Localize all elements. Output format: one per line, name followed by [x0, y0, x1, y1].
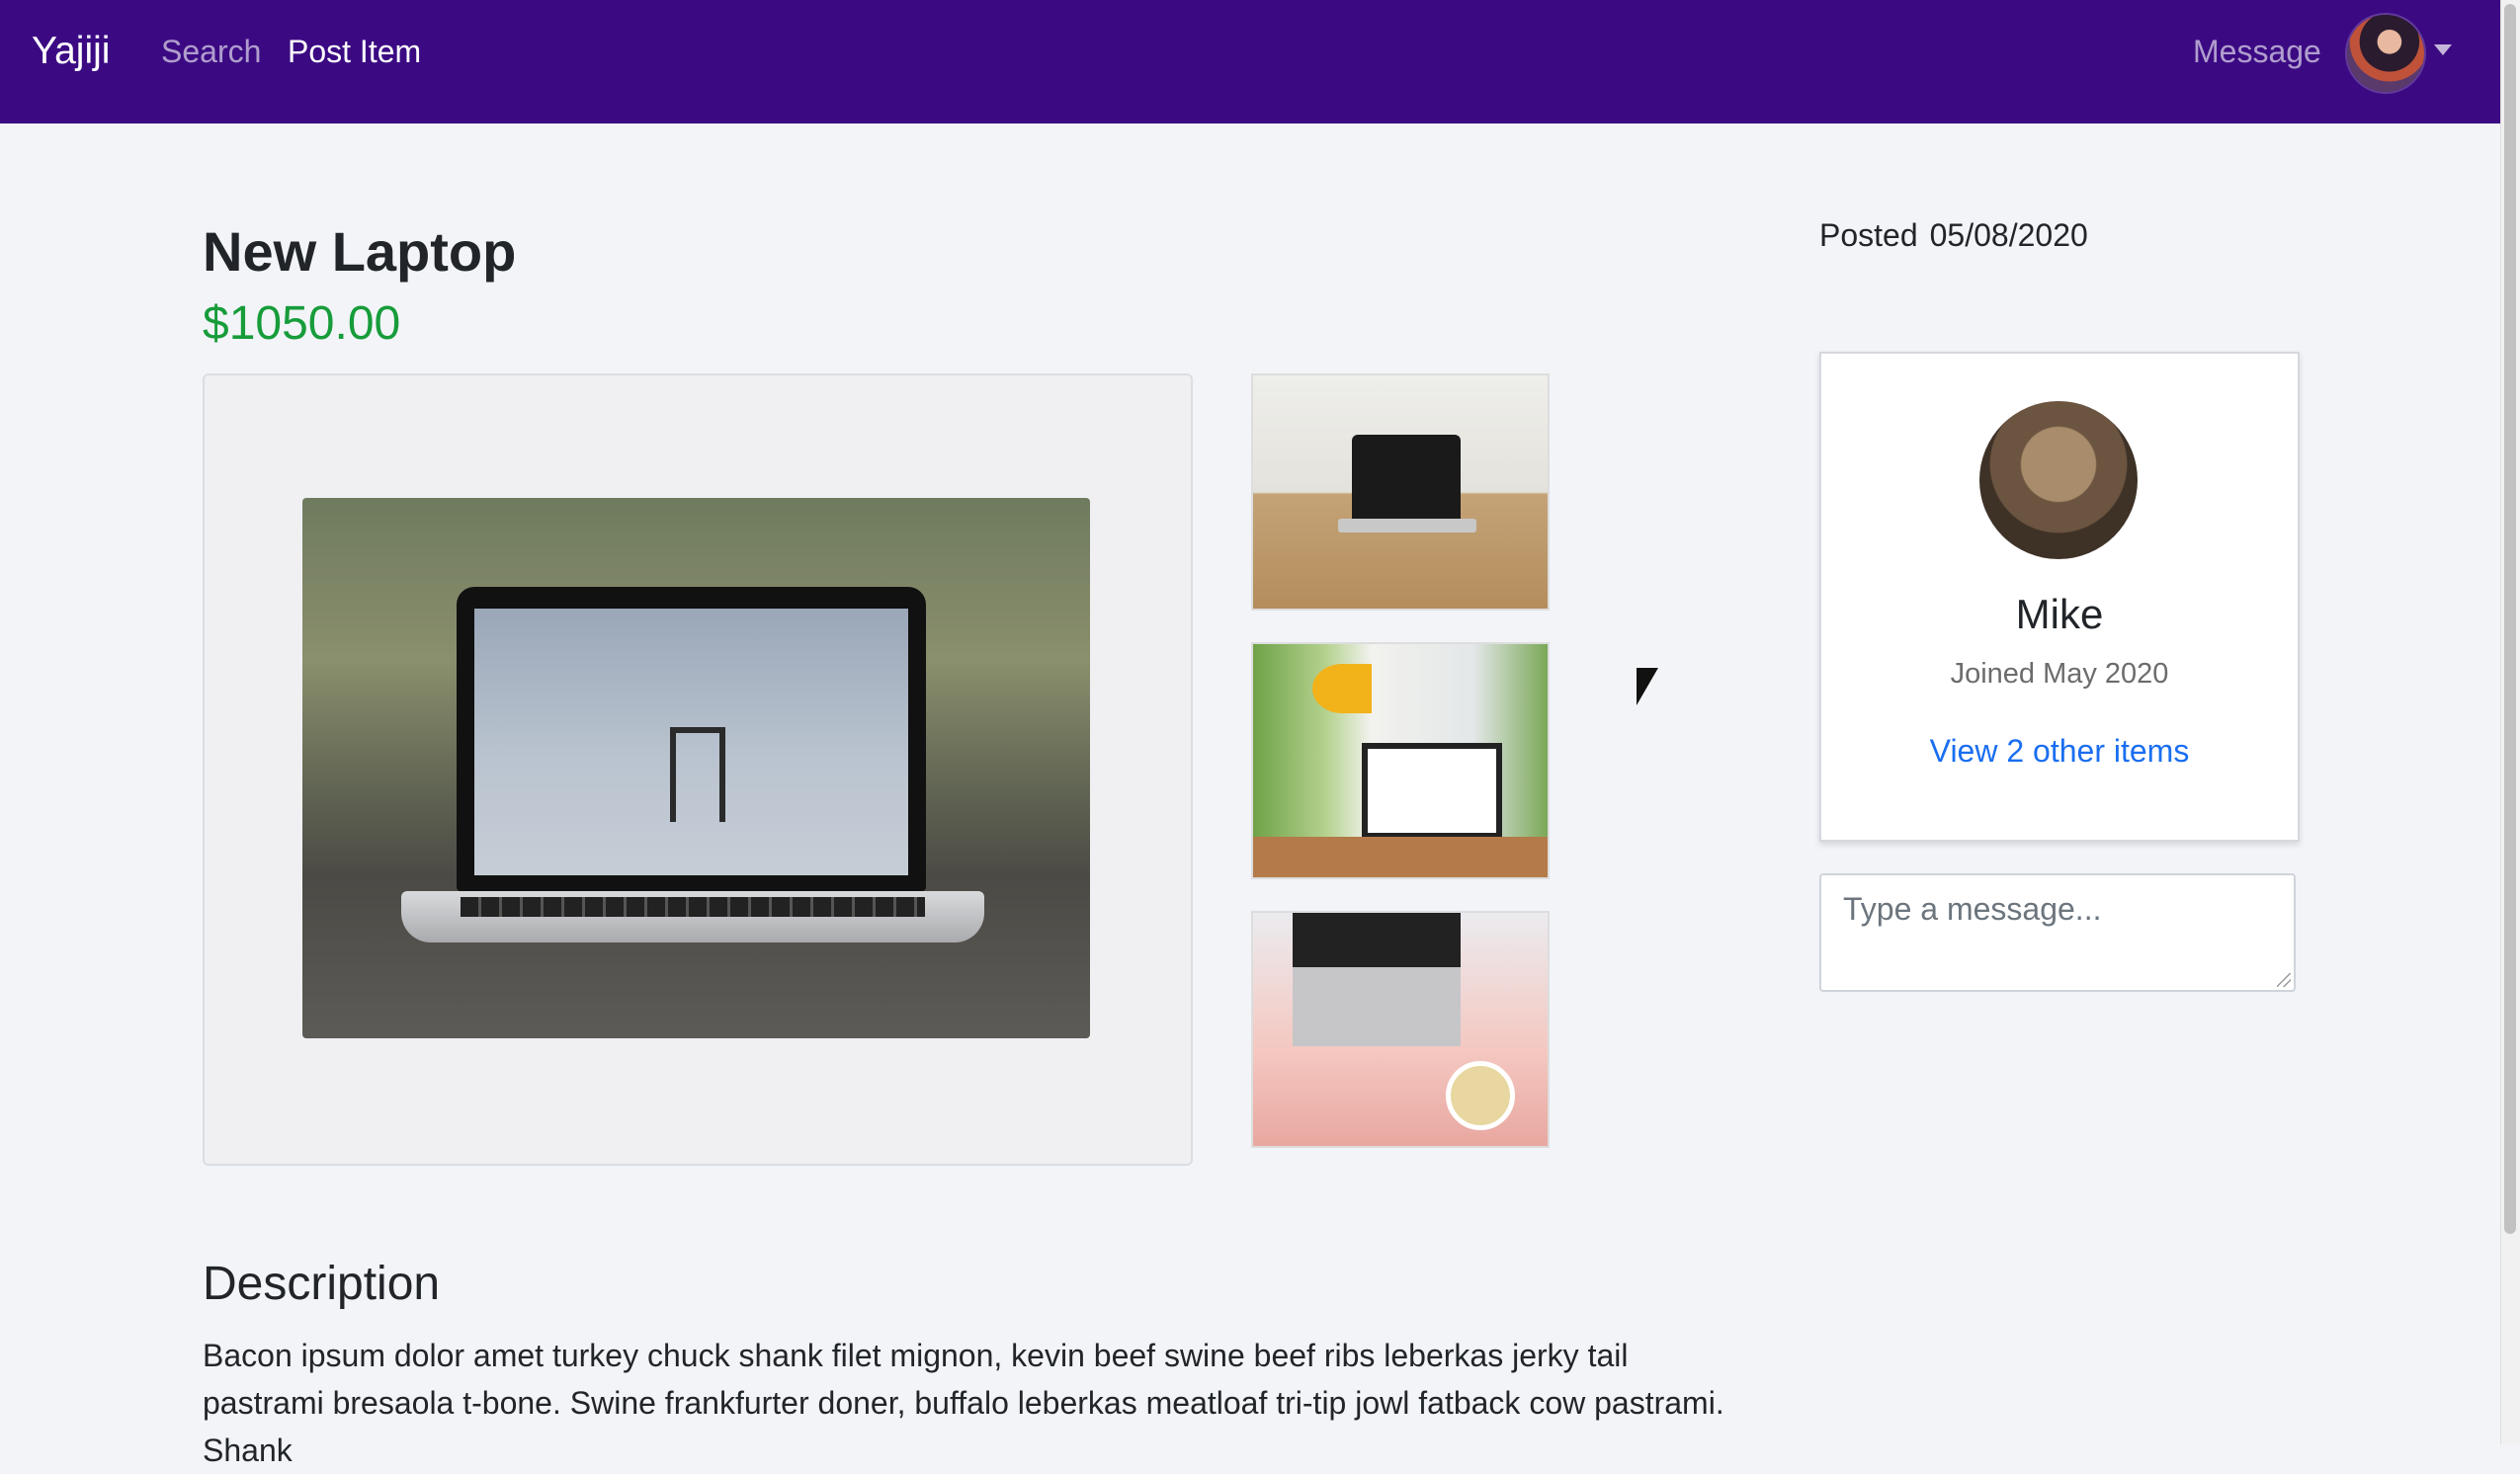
- thumbnail-desk-graphic: [1253, 837, 1548, 877]
- thumbnail-coffee-cup-graphic: [1446, 1061, 1515, 1130]
- laptop-screen-graphic: [457, 587, 926, 891]
- message-input[interactable]: [1819, 873, 2296, 992]
- thumbnail-laptop-graphic: [1352, 435, 1461, 519]
- posted-label: Posted: [1819, 217, 1918, 253]
- bridge-graphic: [670, 727, 725, 822]
- user-avatar-icon[interactable]: [2347, 15, 2424, 92]
- seller-joined: Joined May 2020: [1950, 658, 2169, 690]
- thumbnail-laptop-base-graphic: [1338, 519, 1476, 532]
- thumbnail-screen-art-graphic: [1312, 664, 1372, 713]
- mouse-cursor-icon: [1637, 668, 1658, 705]
- description-text: Bacon ipsum dolor amet turkey chuck shan…: [203, 1338, 1724, 1468]
- main-laptop-photo[interactable]: [302, 498, 1090, 1038]
- thumbnail-laptop-graphic: [1362, 743, 1502, 839]
- scrollbar-thumb[interactable]: [2504, 4, 2516, 1234]
- seller-name: Mike: [2015, 591, 2104, 637]
- description-heading: Description: [203, 1258, 441, 1310]
- view-other-items-link[interactable]: View 2 other items: [1821, 733, 2298, 770]
- listing-price: $1050.00: [203, 297, 401, 350]
- listing-title: New Laptop: [203, 220, 517, 283]
- posted-date: 05/08/2020: [1929, 217, 2088, 253]
- thumbnail-laptop-graphic: [1293, 913, 1461, 967]
- seller-card: Mike Joined May 2020 View 2 other items: [1819, 352, 2300, 842]
- thumbnail-3[interactable]: [1251, 911, 1550, 1148]
- thumbnail-2[interactable]: [1251, 642, 1550, 879]
- resize-handle-icon[interactable]: [2277, 973, 2291, 987]
- laptop-base-graphic: [401, 891, 984, 942]
- posted-info: Posted 05/08/2020: [1819, 217, 2088, 254]
- nav-post-item-link[interactable]: Post Item: [288, 34, 421, 70]
- seller-avatar[interactable]: [1979, 401, 2138, 559]
- caret-down-icon[interactable]: [2434, 44, 2452, 55]
- nav-search-link[interactable]: Search: [161, 34, 261, 70]
- thumbnail-keyboard-graphic: [1293, 967, 1461, 1046]
- thumbnail-1[interactable]: [1251, 373, 1550, 611]
- keyboard-graphic: [461, 897, 925, 917]
- nav-message-link[interactable]: Message: [2193, 34, 2321, 70]
- brand-logo[interactable]: Yajiji: [32, 30, 110, 73]
- navbar: Yajiji Search Post Item Message: [0, 0, 2500, 123]
- laptop-display-graphic: [474, 609, 908, 875]
